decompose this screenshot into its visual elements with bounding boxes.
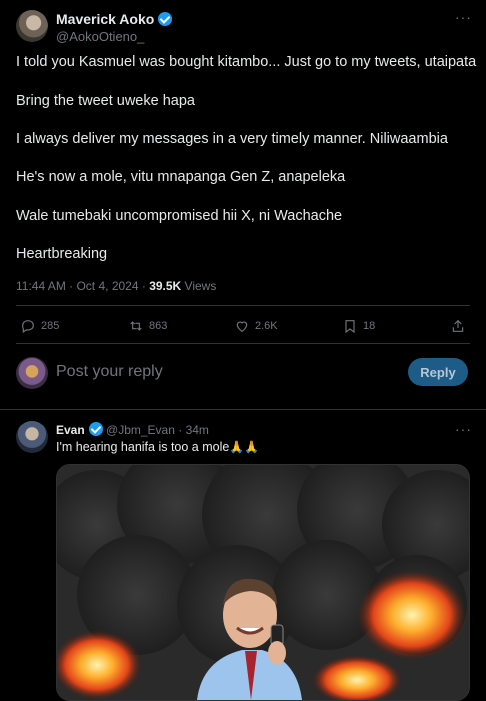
repost-action-button[interactable]: 863 (128, 317, 167, 335)
praying-hands-icon: 🙏🙏 (229, 440, 260, 454)
author-name[interactable]: Maverick Aoko (56, 11, 173, 27)
bookmark-count: 18 (363, 320, 376, 332)
tweet-text-line-2: Bring the tweet uweke hapa (16, 93, 195, 109)
author-handle[interactable]: @AokoOtieno_ (56, 29, 144, 44)
views-count: 39.5K (149, 279, 182, 293)
reply-author-name[interactable]: Evan (56, 423, 85, 437)
fire-right (357, 570, 467, 660)
divider (0, 409, 486, 410)
like-count: 2.6K (255, 320, 278, 332)
share-action-button[interactable] (450, 317, 466, 335)
explosion-photo (57, 465, 469, 700)
reply-button[interactable]: Reply (408, 358, 468, 386)
bookmark-icon (345, 320, 355, 334)
reply-text-content: I'm hearing hanifa is too a mole (56, 440, 230, 454)
reply-more-options-icon[interactable]: ··· (455, 421, 472, 437)
repost-icon (130, 321, 142, 331)
tweet-text-line-4: He's now a mole, vitu mnapanga Gen Z, an… (16, 169, 346, 185)
repost-count: 863 (149, 320, 168, 332)
like-action-button[interactable]: 2.6K (234, 317, 278, 335)
reply-time[interactable]: · 34m (175, 423, 209, 437)
main-tweet: Maverick Aoko @AokoOtieno_ ··· I told yo… (0, 0, 486, 410)
views-label: Views (181, 279, 217, 293)
author-avatar[interactable] (16, 10, 48, 42)
verified-badge-icon (158, 12, 173, 26)
bookmark-action-button[interactable]: 18 (342, 317, 375, 335)
reply-action-button[interactable]: 285 (20, 317, 59, 335)
reply-author-handle[interactable]: @Jbm_Evan (106, 423, 175, 437)
tweet-text-line-5: Wale tumebaki uncompromised hii X, ni Wa… (16, 208, 343, 224)
divider (16, 343, 470, 344)
more-options-icon[interactable]: ··· (455, 9, 472, 25)
reply-text: I'm hearing hanifa is too a mole🙏🙏 (56, 440, 259, 454)
share-icon (452, 319, 464, 332)
heart-icon (236, 321, 248, 333)
reply-count: 285 (41, 320, 60, 332)
reply-media-image[interactable] (56, 464, 470, 701)
author-name-text[interactable]: Maverick Aoko (56, 11, 154, 27)
current-user-avatar[interactable] (16, 357, 48, 389)
reply-input[interactable]: Post your reply (56, 363, 356, 381)
tweet-timestamp[interactable]: 11:44 AM · Oct 4, 2024 · (16, 279, 149, 293)
verified-badge-icon (88, 422, 103, 436)
tweet-text-line-6: Heartbreaking (16, 246, 108, 262)
reply-author-avatar[interactable] (16, 421, 48, 453)
reply-author-header: Evan @Jbm_Evan · 34m (56, 422, 209, 437)
reply-icon (22, 320, 34, 334)
tweet-text-line-3: I always deliver my messages in a very t… (16, 131, 448, 147)
tweet-text-line-1: I told you Kasmuel was bought kitambo...… (16, 54, 477, 70)
divider (16, 305, 470, 306)
tweet-meta: 11:44 AM · Oct 4, 2024 · 39.5K Views (16, 279, 216, 293)
